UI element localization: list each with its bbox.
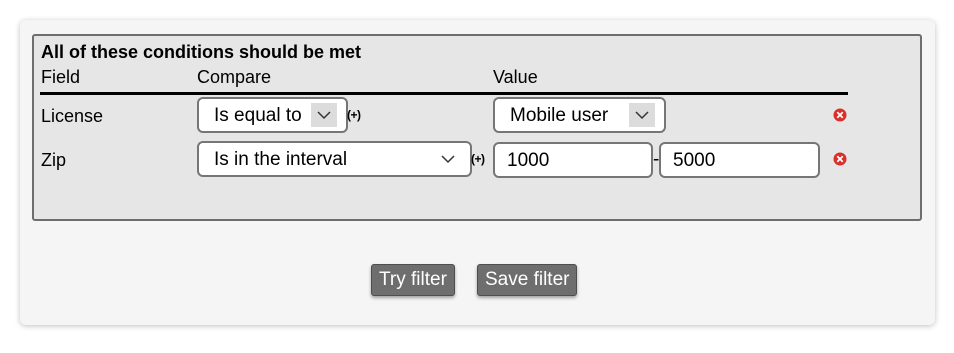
compare-select-license[interactable]: Is equal to xyxy=(197,97,348,133)
compare-select-zip[interactable]: Is in the interval xyxy=(197,141,472,177)
filter-card: All of these conditions should be met Fi… xyxy=(20,20,935,325)
field-label-zip: Zip xyxy=(41,150,67,170)
chevron-down-icon xyxy=(629,103,655,127)
add-condition-icon[interactable]: (+) xyxy=(347,108,361,122)
compare-select-value: Is in the interval xyxy=(214,149,348,170)
conditions-panel: All of these conditions should be met Fi… xyxy=(32,34,922,221)
panel-title: All of these conditions should be met xyxy=(41,42,362,62)
field-label-license: License xyxy=(41,106,104,126)
try-filter-button[interactable]: Try filter xyxy=(371,264,455,296)
chevron-down-icon xyxy=(311,103,337,127)
remove-condition-icon[interactable] xyxy=(833,108,847,122)
value-from-text: 1000 xyxy=(507,150,550,171)
add-condition-icon[interactable]: (+) xyxy=(471,152,485,166)
header-value: Value xyxy=(493,67,538,87)
remove-condition-icon[interactable] xyxy=(833,152,847,166)
header-divider xyxy=(40,92,848,95)
value-from-input[interactable]: 1000 xyxy=(493,142,653,178)
compare-select-value: Is equal to xyxy=(214,105,302,126)
header-field: Field xyxy=(41,67,81,87)
value-to-input[interactable]: 5000 xyxy=(659,142,820,178)
value-to-text: 5000 xyxy=(673,150,716,171)
save-filter-button[interactable]: Save filter xyxy=(477,264,578,296)
value-select-value: Mobile user xyxy=(510,105,609,126)
header-compare: Compare xyxy=(197,67,272,87)
chevron-down-icon xyxy=(435,147,461,171)
value-select-license[interactable]: Mobile user xyxy=(493,97,666,133)
